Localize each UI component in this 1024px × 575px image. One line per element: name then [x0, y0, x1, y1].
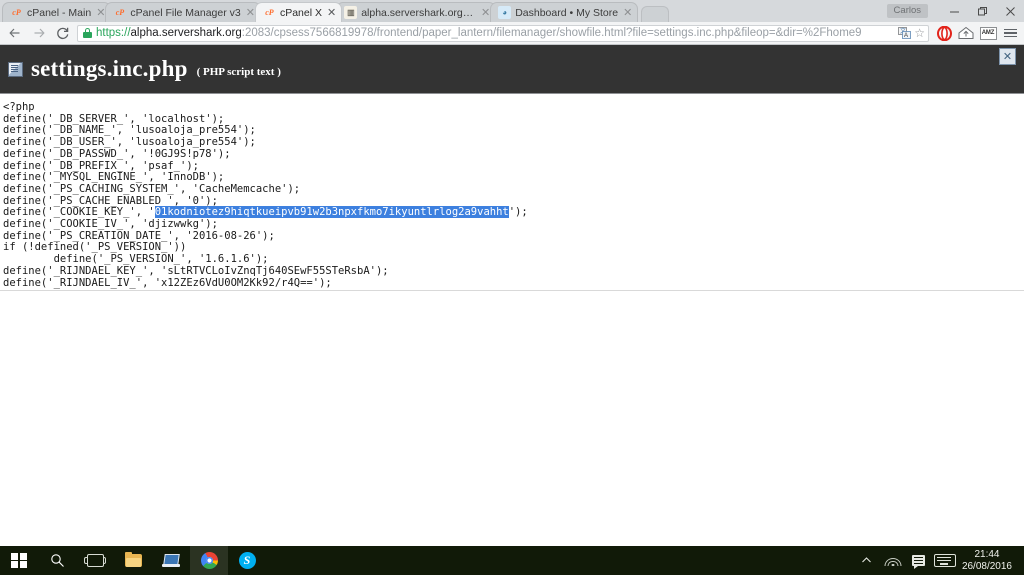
maximize-button[interactable]	[968, 1, 996, 21]
remote-desktop-button[interactable]	[152, 546, 190, 575]
url-scheme: https://	[96, 27, 131, 39]
url-host: alpha.servershark.org	[130, 27, 242, 39]
minimize-button[interactable]	[940, 1, 968, 21]
forward-button[interactable]	[27, 22, 51, 44]
phpmyadmin-icon: ▥	[344, 6, 358, 19]
task-view-icon	[84, 554, 106, 567]
folder-icon	[124, 552, 142, 567]
laptop-icon	[162, 554, 180, 567]
opera-icon[interactable]	[933, 22, 955, 44]
chrome-icon	[200, 552, 218, 569]
url-path: :2083/cpsess7566819978/frontend/paper_la…	[241, 27, 862, 39]
file-content-text[interactable]: <?php define('_DB_SERVER_', 'localhost')…	[0, 94, 1024, 289]
close-icon[interactable]: ✕	[246, 7, 255, 18]
cpanel-icon: cP	[265, 8, 274, 17]
browser-tab-cpanel-file-manager[interactable]: cP cPanel File Manager v3 ✕	[105, 2, 261, 22]
close-icon[interactable]: ✕	[623, 7, 632, 18]
windows-taskbar: S 21:44 26/08/2016	[0, 546, 1024, 575]
code-after-selection: '); define('_COOKIE_IV_', 'djizwwkg'); d…	[3, 206, 528, 289]
browser-window: cP cPanel - Main ✕ cP cPanel File Manage…	[0, 0, 1024, 546]
url-text: https://alpha.servershark.org:2083/cpses…	[96, 27, 895, 39]
home-upload-icon[interactable]	[955, 22, 977, 44]
secure-lock-icon	[83, 28, 92, 38]
close-icon[interactable]: ✕	[999, 48, 1016, 65]
amz-extension-icon[interactable]: AMZ	[977, 22, 999, 44]
code-before-selection: <?php define('_DB_SERVER_', 'localhost')…	[3, 101, 301, 219]
skype-icon: S	[238, 552, 256, 569]
windows-logo-icon	[11, 552, 27, 569]
close-icon[interactable]: ✕	[481, 7, 490, 18]
close-icon[interactable]: ✕	[327, 7, 336, 18]
wifi-button[interactable]	[880, 546, 906, 575]
system-tray: 21:44 26/08/2016	[854, 546, 1024, 575]
cpanel-icon: cP	[12, 8, 21, 17]
skype-button[interactable]: S	[228, 546, 266, 575]
start-button[interactable]	[0, 546, 38, 575]
chevron-up-icon	[862, 557, 872, 563]
search-button[interactable]	[38, 546, 76, 575]
tray-overflow-button[interactable]	[854, 546, 880, 575]
close-window-button[interactable]	[996, 1, 1024, 21]
back-button[interactable]	[3, 22, 27, 44]
page-viewport: settings.inc.php ( PHP script text ) ✕ <…	[0, 45, 1024, 546]
reload-button[interactable]	[51, 22, 75, 44]
new-tab-button[interactable]	[641, 6, 670, 22]
address-bar[interactable]: https://alpha.servershark.org:2083/cpses…	[77, 24, 929, 42]
tab-strip: cP cPanel - Main ✕ cP cPanel File Manage…	[0, 0, 1024, 22]
clock-date: 26/08/2016	[961, 560, 1012, 572]
file-explorer-button[interactable]	[114, 546, 152, 575]
translate-icon[interactable]: 文 A	[898, 27, 912, 39]
file-header-bar: settings.inc.php ( PHP script text ) ✕	[0, 45, 1024, 94]
browser-toolbar: https://alpha.servershark.org:2083/cpses…	[0, 22, 1024, 45]
cpanel-icon: cP	[115, 8, 125, 17]
browser-tab-phpmyadmin[interactable]: ▥ alpha.servershark.org / loc ✕	[336, 2, 497, 22]
browser-tab-cpanel-x[interactable]: cP cPanel X ✕	[254, 2, 343, 22]
svg-text:A: A	[904, 33, 908, 39]
tab-label: Dashboard • My Store	[515, 6, 619, 19]
clock-time: 21:44	[974, 549, 1000, 560]
page-empty-area	[0, 290, 1024, 546]
tab-label: cPanel - Main	[27, 6, 92, 19]
wifi-icon	[884, 555, 902, 566]
chrome-button[interactable]	[190, 546, 228, 575]
touch-keyboard-button[interactable]	[932, 546, 958, 575]
task-view-button[interactable]	[76, 546, 114, 575]
browser-tab-dashboard-my-store[interactable]: ◕ Dashboard • My Store ✕	[490, 2, 639, 22]
window-controls: Carlos	[886, 0, 1024, 22]
chrome-menu-button[interactable]	[999, 22, 1021, 44]
page-title: settings.inc.php	[31, 56, 188, 81]
keyboard-icon	[933, 554, 956, 567]
tab-label: alpha.servershark.org / loc	[361, 6, 476, 19]
tab-label: cPanel X	[279, 6, 322, 19]
close-icon[interactable]: ✕	[96, 7, 105, 18]
clock[interactable]: 21:44 26/08/2016	[958, 549, 1020, 572]
file-type-label: ( PHP script text )	[196, 65, 281, 78]
file-icon	[8, 61, 23, 77]
browser-tab-cpanel-main[interactable]: cP cPanel - Main ✕	[2, 2, 112, 22]
profile-name-chip[interactable]: Carlos	[886, 4, 928, 18]
speech-bubble-icon	[912, 555, 926, 569]
action-center-button[interactable]	[906, 546, 932, 575]
bookmark-star-icon[interactable]: ☆	[914, 27, 925, 39]
search-icon	[50, 554, 64, 567]
store-icon: ◕	[498, 6, 512, 19]
tab-label: cPanel File Manager v3	[130, 6, 241, 19]
selected-cookie-key[interactable]: 01kodniotez9hiqtkueipvb91w2b3npxfkmo7iky…	[154, 206, 509, 219]
